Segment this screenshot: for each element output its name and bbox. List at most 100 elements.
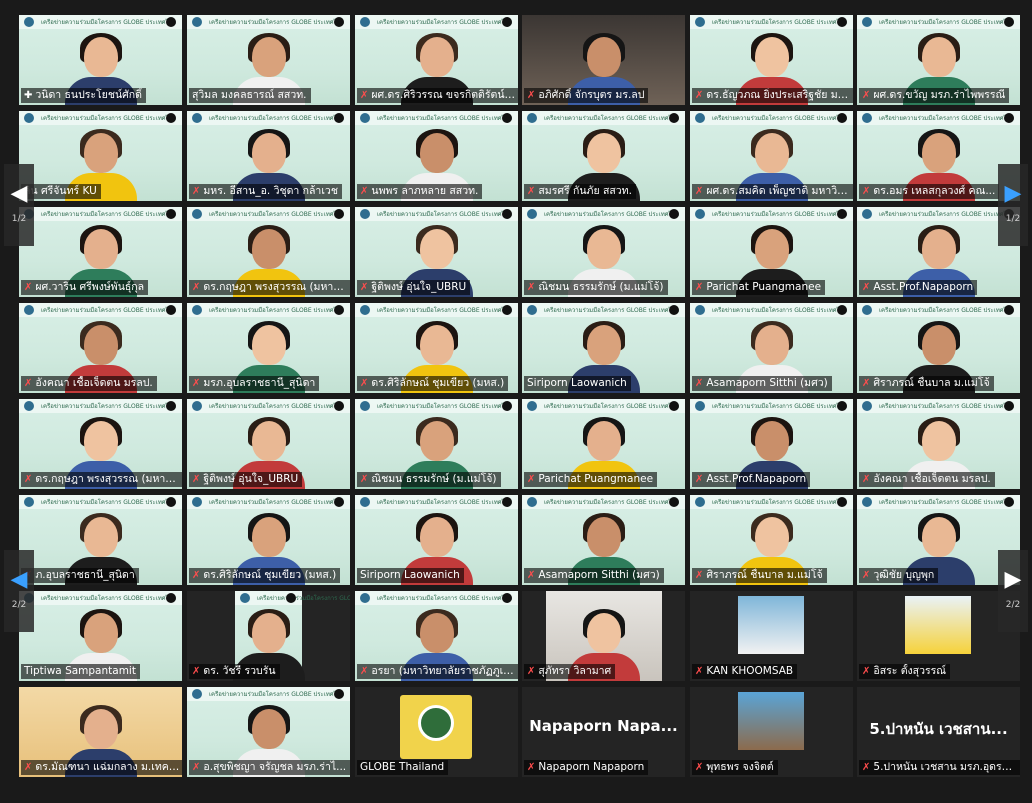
participant-name-label: ✗ อิสระ ตั้งสุวรรณ์	[859, 664, 950, 679]
muted-mic-icon: ✗	[527, 570, 536, 581]
participant-tile[interactable]: GLOBE Thailand	[355, 687, 518, 777]
banner-text: เครือข่ายความร่วมมือโครงการ GLOBE ประเทศ…	[544, 115, 680, 122]
participant-tile[interactable]: เครือข่ายความร่วมมือโครงการ GLOBE ประเทศ…	[690, 399, 853, 489]
muted-mic-icon: ✗	[862, 666, 871, 677]
participant-name: Asamaporn Sitthi (มศว)	[706, 377, 828, 389]
participant-tile[interactable]: 5.ปาหนัน เวชสาน... ✗ 5.ปาหนัน เวชสาน มรภ.อ…	[857, 687, 1020, 777]
participant-tile[interactable]: เครือข่ายความร่วมมือโครงการ GLOBE ประเทศ…	[857, 207, 1020, 297]
banner-text: เครือข่ายความร่วมมือโครงการ GLOBE ประเทศ…	[41, 115, 177, 122]
participant-tile[interactable]: เครือข่ายความร่วมมือโครงการ GLOBE ประเทศ…	[19, 399, 182, 489]
participant-tile[interactable]: เครือข่ายความร่วมมือโครงการ GLOBE ประเทศ…	[187, 207, 350, 297]
participant-tile[interactable]: เครือข่ายความร่วมมือโครงการ GLOBE ประเทศ…	[355, 15, 518, 105]
participant-tile[interactable]: ✗ KAN KHOOMSAB	[690, 591, 853, 681]
participant-tile[interactable]: เครือข่ายความร่วมมือโครงการ GLOBE ประเทศ…	[522, 111, 685, 201]
muted-mic-icon: ✗	[862, 90, 871, 101]
participant-tile[interactable]: เครือข่ายความร่วมมือโครงการ GLOBE ประเทศ…	[19, 207, 182, 297]
participant-tile[interactable]: เครือข่ายความร่วมมือโครงการ GLOBE ประเทศ…	[19, 495, 182, 585]
muted-mic-icon: ✗	[527, 474, 536, 485]
next-page-button[interactable]: ▶ 1/2	[998, 164, 1028, 246]
participant-name: มรภ.อุบลราชธานี_สุนิดา	[203, 377, 316, 389]
globe-logo-icon	[862, 497, 872, 507]
globe-logo-icon	[527, 497, 537, 507]
globe-logo-icon	[192, 17, 202, 27]
participant-name-label: ✗ ฐิติพงษ์ อุ่นใจ_UBRU	[357, 280, 471, 295]
partner-logo-icon	[166, 401, 176, 411]
participant-tile[interactable]: เครือข่ายความร่วมมือโครงการ GLOBE ประเทศ…	[187, 15, 350, 105]
participant-tile[interactable]: เครือข่ายความร่วมมือโครงการ GLOBE ประเทศ…	[690, 15, 853, 105]
globe-logo-icon	[360, 305, 370, 315]
participant-tile[interactable]: เครือข่ายความร่วมมือโครงการ GLOBE ประเทศ…	[187, 495, 350, 585]
background-banner: เครือข่ายความร่วมมือโครงการ GLOBE ประเทศ…	[187, 687, 350, 701]
participant-tile[interactable]: เครือข่ายความร่วมมือโครงการ GLOBE ประเทศ…	[690, 111, 853, 201]
participant-tile[interactable]: เครือข่ายความร่วมมือโครงการ GLOBE ประเทศ…	[522, 495, 685, 585]
participant-name: อรยา (มหาวิทยาลัยราชภัฏภูเก...	[371, 665, 518, 677]
participant-tile[interactable]: เครือข่ายความร่วมมือโครงการ GLOBE ประเทศ…	[187, 591, 350, 681]
globe-logo-icon	[695, 113, 705, 123]
muted-mic-icon: ✗	[862, 570, 871, 581]
participant-name-label: ✗ ณิชมน ธรรมรักษ์ (ม.แม่โจ้)	[524, 280, 668, 295]
participant-name-label: ✗ภ.อุบลราชธานี_สุนิดา	[21, 568, 139, 583]
participant-tile[interactable]: เครือข่ายความร่วมมือโครงการ GLOBE ประเทศ…	[522, 207, 685, 297]
participant-tile[interactable]: เครือข่ายความร่วมมือโครงการ GLOBE ประเทศ…	[187, 687, 350, 777]
muted-mic-icon: ✗	[862, 186, 871, 197]
participant-name-label: ✗ Parichat Puangmanee	[524, 472, 658, 487]
background-banner: เครือข่ายความร่วมมือโครงการ GLOBE ประเทศ…	[355, 15, 518, 29]
globe-logo-icon	[192, 113, 202, 123]
participant-tile[interactable]: เครือข่ายความร่วมมือโครงการ GLOBE ประเทศ…	[187, 399, 350, 489]
partner-logo-icon	[166, 17, 176, 27]
background-banner: เครือข่ายความร่วมมือโครงการ GLOBE ประเทศ…	[857, 111, 1020, 125]
muted-mic-icon: ✗	[695, 378, 704, 389]
globe-logo-icon	[527, 305, 537, 315]
participant-name-label: Siriporn Laowanich	[524, 376, 631, 391]
participant-tile[interactable]: เครือข่ายความร่วมมือโครงการ GLOBE ประเทศ…	[187, 111, 350, 201]
participant-tile[interactable]: เครือข่ายความร่วมมือโครงการ GLOBE ประเทศ…	[857, 495, 1020, 585]
participant-tile[interactable]: เครือข่ายความร่วมมือโครงการ GLOBE ประเทศ…	[19, 15, 182, 105]
globe-logo-icon	[360, 17, 370, 27]
participant-name: อังคณา เชื้อเจ็ดตน มรลป.	[873, 473, 991, 485]
muted-mic-icon: ✗	[360, 90, 369, 101]
participant-tile[interactable]: เครือข่ายความร่วมมือโครงการ GLOBE ประเทศ…	[19, 111, 182, 201]
participant-tile[interactable]: เครือข่ายความร่วมมือโครงการ GLOBE ประเทศ…	[355, 591, 518, 681]
participant-tile[interactable]: เครือข่ายความร่วมมือโครงการ GLOBE ประเทศ…	[522, 399, 685, 489]
background-banner: เครือข่ายความร่วมมือโครงการ GLOBE ประเทศ…	[690, 303, 853, 317]
participant-tile[interactable]: เครือข่ายความร่วมมือโครงการ GLOBE ประเทศ…	[19, 591, 182, 681]
participant-tile[interactable]: Napaporn Napa... ✗ Napaporn Napaporn	[522, 687, 685, 777]
participant-tile[interactable]: เครือข่ายความร่วมมือโครงการ GLOBE ประเทศ…	[187, 303, 350, 393]
participant-tile[interactable]: เครือข่ายความร่วมมือโครงการ GLOBE ประเทศ…	[857, 15, 1020, 105]
participant-tile[interactable]: เครือข่ายความร่วมมือโครงการ GLOBE ประเทศ…	[857, 111, 1020, 201]
participant-name: อภิศักดิ์ จักรบุตร มร.ลป	[538, 89, 645, 101]
participant-tile[interactable]: เครือข่ายความร่วมมือโครงการ GLOBE ประเทศ…	[690, 495, 853, 585]
muted-mic-icon: ✗	[695, 570, 704, 581]
participant-tile[interactable]: เครือข่ายความร่วมมือโครงการ GLOBE ประเทศ…	[355, 303, 518, 393]
globe-logo-icon	[24, 497, 34, 507]
participant-name-label: ✗ ฐิติพงษ์ อุ่นใจ_UBRU	[189, 472, 303, 487]
prev-page-button[interactable]: ◀ 1/2	[4, 164, 34, 246]
participant-name-label: ✗ Asst.Prof.Napaporn	[692, 472, 811, 487]
muted-mic-icon: ✗	[862, 474, 871, 485]
background-banner: เครือข่ายความร่วมมือโครงการ GLOBE ประเทศ…	[522, 495, 685, 509]
participant-tile[interactable]: ✗ อภิศักดิ์ จักรบุตร มร.ลป	[522, 15, 685, 105]
participant-tile[interactable]: เครือข่ายความร่วมมือโครงการ GLOBE ประเทศ…	[522, 303, 685, 393]
participant-tile[interactable]: เครือข่ายความร่วมมือโครงการ GLOBE ประเทศ…	[355, 495, 518, 585]
banner-text: เครือข่ายความร่วมมือโครงการ GLOBE ประเทศ…	[879, 403, 1015, 410]
participant-name-label: ✗ ดร.กฤษฎา พรงสุวรรณ (มหาวิ...	[21, 472, 182, 487]
partner-logo-icon	[1004, 305, 1014, 315]
participant-tile[interactable]: เครือข่ายความร่วมมือโครงการ GLOBE ประเทศ…	[857, 303, 1020, 393]
participant-tile[interactable]: ✗ สุภัทรา วิลามาศ	[522, 591, 685, 681]
participant-tile[interactable]: เครือข่ายความร่วมมือโครงการ GLOBE ประเทศ…	[355, 111, 518, 201]
participant-tile[interactable]: เครือข่ายความร่วมมือโครงการ GLOBE ประเทศ…	[857, 399, 1020, 489]
banner-text: เครือข่ายความร่วมมือโครงการ GLOBE ประเทศ…	[712, 403, 848, 410]
participant-tile[interactable]: ✗ อิสระ ตั้งสุวรรณ์	[857, 591, 1020, 681]
participant-tile[interactable]: เครือข่ายความร่วมมือโครงการ GLOBE ประเทศ…	[355, 399, 518, 489]
participant-tile[interactable]: เครือข่ายความร่วมมือโครงการ GLOBE ประเทศ…	[690, 207, 853, 297]
participant-name-label: ✗ สุภัทรา วิลามาศ	[524, 664, 616, 679]
prev-page-button-2[interactable]: ◀ 2/2	[4, 550, 34, 632]
participant-tile[interactable]: เครือข่ายความร่วมมือโครงการ GLOBE ประเทศ…	[355, 207, 518, 297]
banner-text: เครือข่ายความร่วมมือโครงการ GLOBE ประเทศ…	[879, 19, 1015, 26]
participant-tile[interactable]: ✗ พุทธพร จงจิตต์	[690, 687, 853, 777]
next-page-button-2[interactable]: ▶ 2/2	[998, 550, 1028, 632]
participant-tile[interactable]: เครือข่ายความร่วมมือโครงการ GLOBE ประเทศ…	[690, 303, 853, 393]
background-banner: เครือข่ายความร่วมมือโครงการ GLOBE ประเทศ…	[522, 303, 685, 317]
participant-tile[interactable]: ✗ ดร.มัณฑนา แฉ่มกลาง ม.เทคโ...	[19, 687, 182, 777]
participant-tile[interactable]: เครือข่ายความร่วมมือโครงการ GLOBE ประเทศ…	[19, 303, 182, 393]
